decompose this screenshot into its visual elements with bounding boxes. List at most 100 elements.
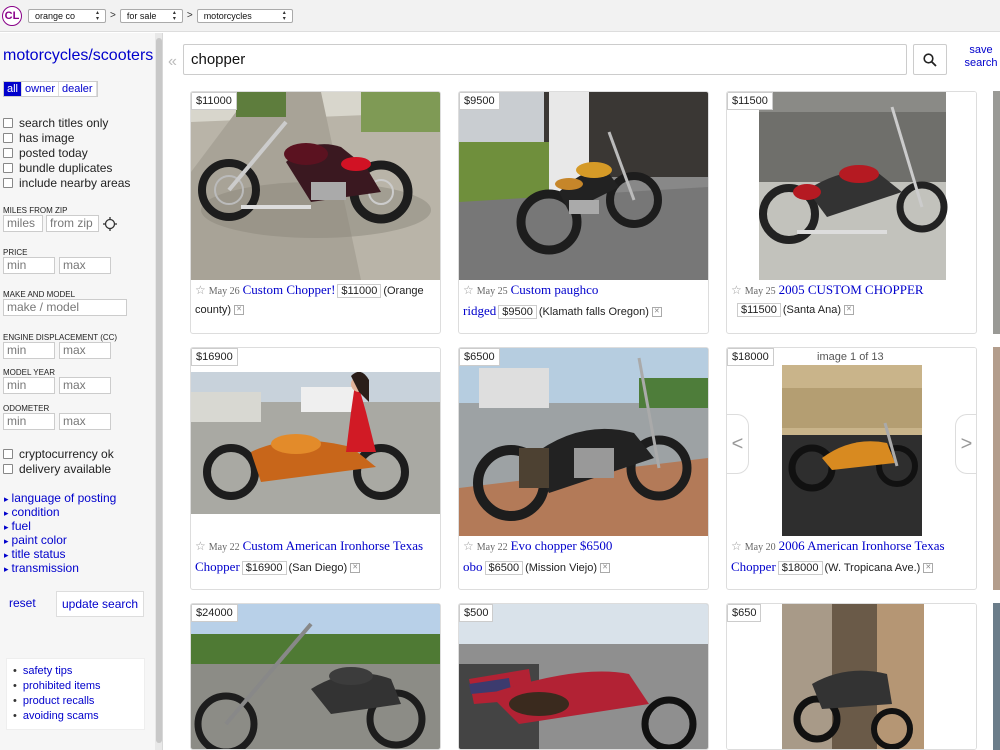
price-label: PRICE — [3, 248, 28, 257]
condition-filter-link[interactable]: condition — [4, 505, 60, 519]
hide-listing-icon[interactable]: ✕ — [234, 305, 245, 316]
listing-card[interactable] — [993, 347, 1000, 590]
cryptocurrency-checkbox[interactable]: cryptocurrency ok — [3, 447, 114, 461]
locate-icon[interactable] — [103, 217, 117, 231]
has-image-checkbox[interactable]: has image — [3, 131, 74, 145]
listing-image[interactable] — [459, 92, 708, 280]
listing-info: ☆ May 25 2005 CUSTOM CHOPPER $11500 (Santa A… — [731, 280, 973, 320]
checkbox[interactable] — [3, 148, 13, 158]
checkbox[interactable] — [3, 118, 13, 128]
save-search-label: search — [964, 57, 998, 69]
reset-button[interactable]: reset — [9, 596, 36, 610]
search-icon — [923, 52, 937, 67]
update-search-button[interactable]: update search — [56, 591, 145, 617]
checkbox[interactable] — [3, 464, 13, 474]
listing-card[interactable]: $24000 — [190, 603, 441, 750]
favorite-star-icon[interactable]: ☆ — [195, 283, 206, 297]
listing-card[interactable] — [993, 603, 1000, 750]
prohibited-items-link[interactable]: prohibited items — [13, 680, 144, 692]
listing-card[interactable]: $11000 ☆ May 26 Custom Chopper! $11000 (Oran… — [190, 91, 441, 334]
favorite-star-icon[interactable]: ☆ — [731, 283, 742, 297]
favorite-star-icon[interactable]: ☆ — [195, 539, 206, 553]
price-min-input[interactable]: min — [3, 257, 55, 274]
scrollbar-thumb[interactable] — [156, 38, 162, 743]
hide-listing-icon[interactable]: ✕ — [651, 307, 662, 318]
category-select[interactable]: motorcycles — [196, 8, 293, 23]
listing-info: ☆ May 20 2006 American Ironhorse Texas Cho… — [731, 536, 973, 578]
listing-image[interactable] — [191, 604, 440, 749]
zip-input[interactable]: from zip — [46, 215, 99, 232]
listing-card[interactable]: $9500 ☆ May 25 Custom paughco ridged $9500(… — [458, 91, 709, 334]
area-select[interactable]: orange co — [28, 8, 106, 23]
listing-price-tag: $24000 — [191, 604, 238, 622]
save-search-link[interactable]: save search — [962, 44, 1000, 70]
listing-card[interactable] — [993, 91, 1000, 334]
hide-listing-icon[interactable]: ✕ — [843, 305, 854, 316]
listing-image[interactable] — [191, 372, 440, 514]
product-recalls-link[interactable]: product recalls — [13, 695, 144, 707]
checkbox[interactable] — [3, 133, 13, 143]
section-select[interactable]: for sale — [119, 8, 183, 23]
carousel-next-button[interactable]: > — [955, 414, 976, 474]
language-filter-link[interactable]: language of posting — [4, 491, 117, 505]
listing-image[interactable] — [459, 604, 708, 749]
checkbox-label: posted today — [19, 146, 88, 160]
hide-listing-icon[interactable]: ✕ — [350, 563, 361, 574]
transmission-filter-link[interactable]: transmission — [4, 561, 79, 575]
listing-card[interactable]: $16900 ☆ May 22 Custom American Ironhorse … — [190, 347, 441, 590]
bundle-duplicates-checkbox[interactable]: bundle duplicates — [3, 161, 112, 175]
engine-max-input[interactable]: max — [59, 342, 111, 359]
year-min-input[interactable]: min — [3, 377, 55, 394]
delivery-checkbox[interactable]: delivery available — [3, 462, 111, 476]
seller-filter-dealer[interactable]: dealer — [59, 82, 97, 96]
listing-card[interactable]: $6500 ☆ May 22 Evo chopper $6500 obo $6500(… — [458, 347, 709, 590]
listing-image[interactable] — [727, 92, 976, 280]
checkbox[interactable] — [3, 163, 13, 173]
miles-input[interactable]: miles — [3, 215, 43, 232]
engine-min-input[interactable]: min — [3, 342, 55, 359]
checkbox[interactable] — [3, 178, 13, 188]
search-button[interactable] — [913, 44, 947, 75]
collapse-sidebar-icon[interactable]: « — [168, 53, 177, 71]
listing-image[interactable] — [727, 604, 976, 749]
listing-date: May 26 — [208, 286, 240, 297]
nearby-areas-checkbox[interactable]: include nearby areas — [3, 176, 130, 190]
hide-listing-icon[interactable]: ✕ — [923, 563, 934, 574]
carousel-prev-button[interactable]: < — [727, 414, 749, 474]
sidebar-scrollbar[interactable] — [155, 33, 163, 750]
search-input[interactable]: chopper — [183, 44, 907, 75]
listing-card[interactable]: $11500 ☆ May 25 2005 CUSTOM CHOPPER $11500(… — [726, 91, 977, 334]
craigslist-logo[interactable]: CL — [2, 5, 22, 26]
make-model-input[interactable]: make / model — [3, 299, 127, 316]
safety-tips-link[interactable]: safety tips — [13, 665, 144, 677]
listing-location: (San Diego) — [288, 562, 348, 574]
favorite-star-icon[interactable]: ☆ — [731, 539, 742, 553]
seller-filter-all[interactable]: all — [4, 82, 23, 96]
category-title[interactable]: motorcycles/scooters — [3, 47, 153, 65]
paint-color-filter-link[interactable]: paint color — [4, 533, 67, 547]
search-titles-checkbox[interactable]: search titles only — [3, 116, 108, 130]
favorite-star-icon[interactable]: ☆ — [463, 539, 474, 553]
seller-filter-owner[interactable]: owner — [22, 82, 59, 96]
favorite-star-icon[interactable]: ☆ — [463, 283, 474, 297]
odometer-max-input[interactable]: max — [59, 413, 111, 430]
listing-card[interactable]: $500 — [458, 603, 709, 750]
listing-image[interactable] — [459, 348, 708, 536]
odometer-min-input[interactable]: min — [3, 413, 55, 430]
listing-card[interactable]: $650 — [726, 603, 977, 750]
listing-title[interactable]: 2005 CUSTOM CHOPPER — [779, 282, 924, 297]
posted-today-checkbox[interactable]: posted today — [3, 146, 88, 160]
listing-card[interactable]: $18000 image 1 of 13 < > ☆ May 20 2006 Ame… — [726, 347, 977, 590]
title-status-filter-link[interactable]: title status — [4, 547, 66, 561]
listing-date: May 22 — [476, 542, 508, 553]
listing-price-tag: $18000 — [727, 348, 774, 366]
year-max-input[interactable]: max — [59, 377, 111, 394]
listing-title[interactable]: Custom Chopper! — [243, 282, 336, 297]
price-max-input[interactable]: max — [59, 257, 111, 274]
checkbox[interactable] — [3, 449, 13, 459]
listing-image[interactable] — [191, 92, 440, 280]
listing-image[interactable] — [727, 348, 976, 536]
avoiding-scams-link[interactable]: avoiding scams — [13, 710, 144, 722]
hide-listing-icon[interactable]: ✕ — [600, 563, 611, 574]
fuel-filter-link[interactable]: fuel — [4, 519, 31, 533]
